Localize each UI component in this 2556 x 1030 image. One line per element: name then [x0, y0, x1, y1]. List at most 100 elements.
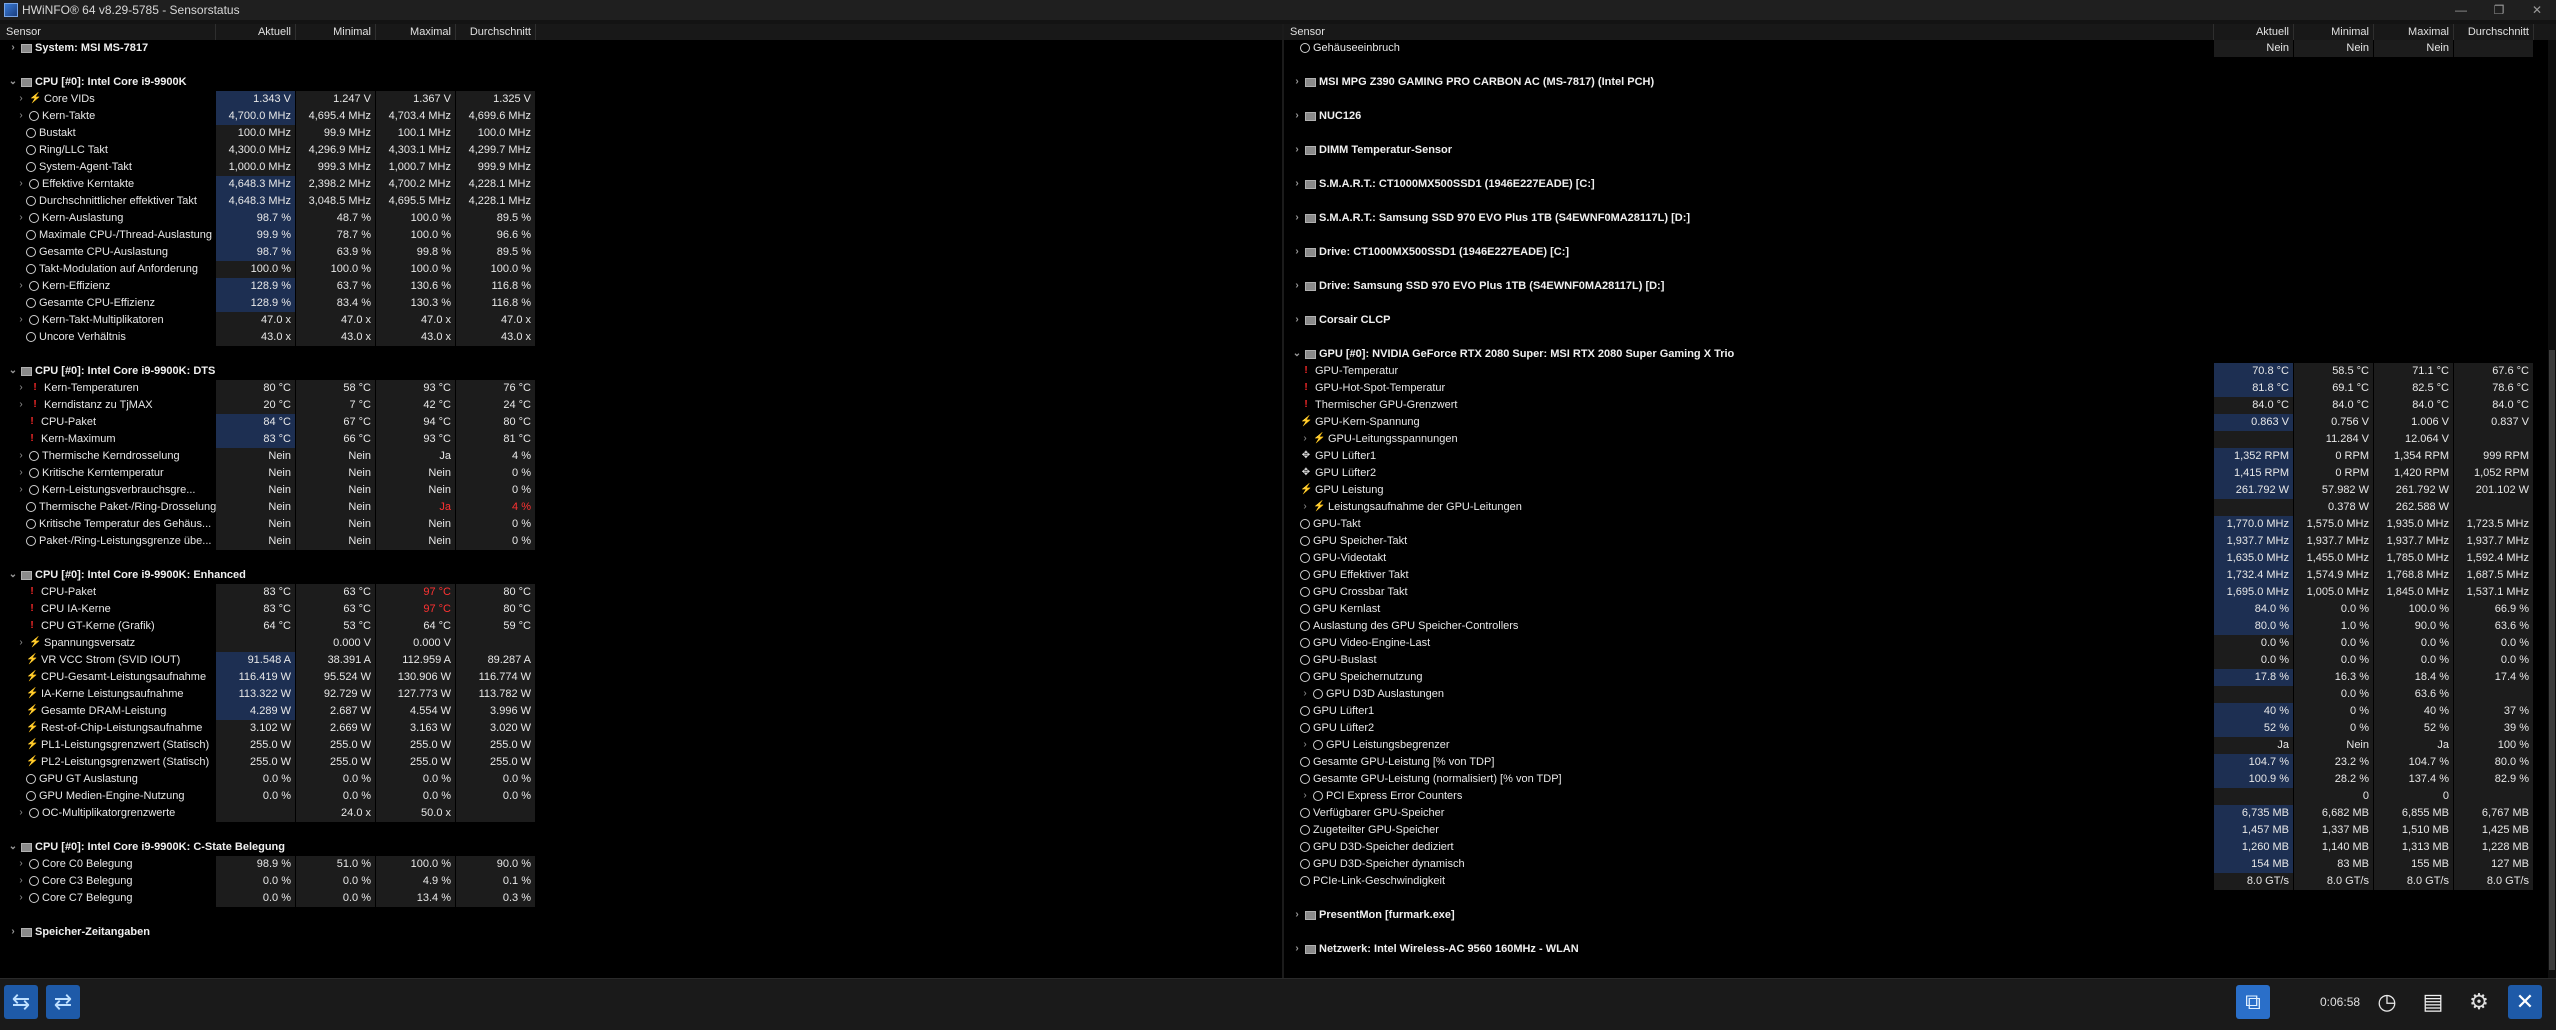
- settings-icon[interactable]: ⚙: [2462, 985, 2496, 1019]
- expand-chevron-icon[interactable]: ›: [1292, 178, 1302, 190]
- maximize-button[interactable]: ❐: [2480, 0, 2518, 20]
- sensor-row[interactable]: ! Kern-Maximum 83 °C 66 °C 93 °C 81 °C: [0, 431, 1282, 448]
- expand-chevron-icon[interactable]: ›: [16, 807, 26, 819]
- close-icon[interactable]: ✕: [2508, 985, 2542, 1019]
- expand-chevron-icon[interactable]: ⌄: [8, 365, 18, 377]
- expand-chevron-icon[interactable]: ›: [16, 484, 26, 496]
- sensor-row[interactable]: ✥ GPU Lüfter1 1,352 RPM 0 RPM 1,354 RPM 999 R…: [1284, 448, 2556, 465]
- sensor-row[interactable]: PCIe-Link-Geschwindigkeit 8.0 GT/s 8.0 GT/…: [1284, 873, 2556, 890]
- sensor-row[interactable]: Takt-Modulation auf Anforderung 100.0 % 10…: [0, 261, 1282, 278]
- expand-chevron-icon[interactable]: ›: [1292, 280, 1302, 292]
- sensor-row[interactable]: ⚡ Rest-of-Chip-Leistungsaufnahme 3.102 W 2.…: [0, 720, 1282, 737]
- column-header-max[interactable]: Maximal: [2374, 24, 2454, 40]
- sensor-row[interactable]: ! GPU-Temperatur 70.8 °C 58.5 °C 71.1 °C 67.6…: [1284, 363, 2556, 380]
- sensor-group[interactable]: › S.M.A.R.T.: CT1000MX500SSD1 (1946E227EA…: [1284, 176, 2556, 193]
- sensor-group[interactable]: ⌄ CPU [#0]: Intel Core i9-9900K: C-State …: [0, 839, 1282, 856]
- column-header-min[interactable]: Minimal: [296, 24, 376, 40]
- expand-chevron-icon[interactable]: ⌄: [1292, 348, 1302, 360]
- sensor-group[interactable]: › Drive: Samsung SSD 970 EVO Plus 1TB (S4…: [1284, 278, 2556, 295]
- sensor-group[interactable]: › PresentMon [furmark.exe]: [1284, 907, 2556, 924]
- sensor-row[interactable]: GPU Lüfter2 52 % 0 % 52 % 39 %: [1284, 720, 2556, 737]
- expand-chevron-icon[interactable]: ›: [16, 467, 26, 479]
- expand-chevron-icon[interactable]: ⌄: [8, 841, 18, 853]
- sensor-group[interactable]: › Drive: CT1000MX500SSD1 (1946E227EADE) […: [1284, 244, 2556, 261]
- clock-icon[interactable]: ◷: [2370, 985, 2404, 1019]
- sensor-row[interactable]: Verfügbarer GPU-Speicher 6,735 MB 6,682 MB…: [1284, 805, 2556, 822]
- arrows-right-left-icon[interactable]: ⇄: [46, 985, 80, 1019]
- column-header-avg[interactable]: Durchschnitt: [2454, 24, 2534, 40]
- expand-chevron-icon[interactable]: ›: [16, 178, 26, 190]
- sensor-row[interactable]: › ⚡ Leistungsaufnahme der GPU-Leitungen 0.3…: [1284, 499, 2556, 516]
- sensor-row[interactable]: ⚡ Gesamte DRAM-Leistung 4.289 W 2.687 W 4.55…: [0, 703, 1282, 720]
- expand-chevron-icon[interactable]: ›: [16, 875, 26, 887]
- sensor-row[interactable]: Kritische Temperatur des Gehäus... Nein Ne…: [0, 516, 1282, 533]
- sensor-group[interactable]: › Netzwerk: Intel Wireless-AC 9560 160MHz…: [1284, 941, 2556, 958]
- sensor-row[interactable]: ›! Kerndistanz zu TjMAX 20 °C 7 °C 42 °C 24 °…: [0, 397, 1282, 414]
- expand-chevron-icon[interactable]: ›: [1300, 739, 1310, 751]
- expand-chevron-icon[interactable]: ›: [8, 42, 18, 54]
- expand-chevron-icon[interactable]: ›: [1300, 790, 1310, 802]
- expand-chevron-icon[interactable]: ›: [1292, 909, 1302, 921]
- vertical-scrollbar[interactable]: [2548, 40, 2556, 978]
- sensor-row[interactable]: › OC-Multiplikatorgrenzwerte 24.0 x 50.0 x: [0, 805, 1282, 822]
- expand-chevron-icon[interactable]: ›: [16, 892, 26, 904]
- network-icon[interactable]: ⧉: [2236, 985, 2270, 1019]
- sensor-row[interactable]: ! Thermischer GPU-Grenzwert 84.0 °C 84.0 °C…: [1284, 397, 2556, 414]
- sensor-row[interactable]: Paket-/Ring-Leistungsgrenze übe... Nein Ne…: [0, 533, 1282, 550]
- expand-chevron-icon[interactable]: ›: [1292, 212, 1302, 224]
- sensor-row[interactable]: › GPU Leistungsbegrenzer Ja Nein Ja 100 %: [1284, 737, 2556, 754]
- sensor-row[interactable]: ! CPU IA-Kerne 83 °C 63 °C 97 °C 80 °C: [0, 601, 1282, 618]
- expand-chevron-icon[interactable]: ⌄: [8, 569, 18, 581]
- sensor-row[interactable]: Gesamte CPU-Effizienz 128.9 % 83.4 % 130.3 …: [0, 295, 1282, 312]
- expand-chevron-icon[interactable]: ›: [1300, 501, 1310, 513]
- expand-chevron-icon[interactable]: ›: [16, 399, 26, 411]
- sensor-row[interactable]: ! CPU-Paket 84 °C 67 °C 94 °C 80 °C: [0, 414, 1282, 431]
- sensor-row[interactable]: GPU Video-Engine-Last 0.0 % 0.0 % 0.0 % 0.0 …: [1284, 635, 2556, 652]
- sensor-row[interactable]: GPU Speicher-Takt 1,937.7 MHz 1,937.7 MHz 1…: [1284, 533, 2556, 550]
- sensor-row[interactable]: ⚡ IA-Kerne Leistungsaufnahme 113.322 W 92.7…: [0, 686, 1282, 703]
- sensor-row[interactable]: Zugeteilter GPU-Speicher 1,457 MB 1,337 MB…: [1284, 822, 2556, 839]
- expand-chevron-icon[interactable]: ›: [16, 212, 26, 224]
- sensor-row[interactable]: GPU Effektiver Takt 1,732.4 MHz 1,574.9 MH…: [1284, 567, 2556, 584]
- close-window-button[interactable]: ✕: [2518, 0, 2556, 20]
- sensor-row[interactable]: GPU Lüfter1 40 % 0 % 40 % 37 %: [1284, 703, 2556, 720]
- sensor-row[interactable]: Gesamte CPU-Auslastung 98.7 % 63.9 % 99.8 %…: [0, 244, 1282, 261]
- sensor-row[interactable]: › ⚡ Core VIDs 1.343 V 1.247 V 1.367 V 1.325 V: [0, 91, 1282, 108]
- sensor-row[interactable]: › Core C0 Belegung 98.9 % 51.0 % 100.0 % 90.0…: [0, 856, 1282, 873]
- sensor-row[interactable]: › GPU D3D Auslastungen 0.0 % 63.6 %: [1284, 686, 2556, 703]
- sensor-row[interactable]: › Thermische Kerndrosselung Nein Nein Ja 4 %: [0, 448, 1282, 465]
- sensor-row[interactable]: GPU Kernlast 84.0 % 0.0 % 100.0 % 66.9 %: [1284, 601, 2556, 618]
- column-header-sensor[interactable]: Sensor: [0, 24, 216, 40]
- sensor-row[interactable]: › Core C3 Belegung 0.0 % 0.0 % 4.9 % 0.1 %: [0, 873, 1282, 890]
- sensor-row[interactable]: › ⚡ Spannungsversatz 0.000 V 0.000 V: [0, 635, 1282, 652]
- sensor-row[interactable]: ⚡ GPU Leistung 261.792 W 57.982 W 261.792 W2…: [1284, 482, 2556, 499]
- sensor-row[interactable]: Gesamte GPU-Leistung (normalisiert) [% v…: [1284, 771, 2556, 788]
- sensor-row[interactable]: › Effektive Kerntakte 4,648.3 MHz 2,398.2 M…: [0, 176, 1282, 193]
- sensor-group[interactable]: ⌄ CPU [#0]: Intel Core i9-9900K: DTS: [0, 363, 1282, 380]
- column-header-avg[interactable]: Durchschnitt: [456, 24, 536, 40]
- sensor-row[interactable]: Gehäuseeinbruch Nein Nein Nein: [1284, 40, 2556, 57]
- sensor-group[interactable]: › System: MSI MS-7817: [0, 40, 1282, 57]
- scrollbar-thumb[interactable]: [2549, 350, 2555, 970]
- sensor-row[interactable]: Thermische Paket-/Ring-Drosselung Nein Nei…: [0, 499, 1282, 516]
- expand-chevron-icon[interactable]: ›: [16, 93, 26, 105]
- sensor-group[interactable]: ⌄ GPU [#0]: NVIDIA GeForce RTX 2080 Super…: [1284, 346, 2556, 363]
- sensor-row[interactable]: GPU-Takt 1,770.0 MHz 1,575.0 MHz 1,935.0 MH…: [1284, 516, 2556, 533]
- expand-chevron-icon[interactable]: ›: [16, 858, 26, 870]
- sensor-row[interactable]: › PCI Express Error Counters 0 0: [1284, 788, 2556, 805]
- sensor-group[interactable]: › Corsair CLCP: [1284, 312, 2556, 329]
- expand-chevron-icon[interactable]: ›: [1292, 144, 1302, 156]
- expand-chevron-icon[interactable]: ›: [1300, 688, 1310, 700]
- column-header-min[interactable]: Minimal: [2294, 24, 2374, 40]
- expand-chevron-icon[interactable]: ›: [16, 280, 26, 292]
- sensor-row[interactable]: ! CPU GT-Kerne (Grafik) 64 °C 53 °C 64 °C 59 …: [0, 618, 1282, 635]
- sensor-row[interactable]: ⚡ VR VCC Strom (SVID IOUT) 91.548 A 38.391 …: [0, 652, 1282, 669]
- expand-chevron-icon[interactable]: ›: [1292, 246, 1302, 258]
- sensor-row[interactable]: › ⚡ GPU-Leitungsspannungen 11.284 V 12.064 V: [1284, 431, 2556, 448]
- sensor-row[interactable]: Auslastung des GPU Speicher-Controllers 8…: [1284, 618, 2556, 635]
- expand-chevron-icon[interactable]: ›: [8, 926, 18, 938]
- sensor-group[interactable]: › MSI MPG Z390 GAMING PRO CARBON AC (MS-7…: [1284, 74, 2556, 91]
- sensor-group[interactable]: › S.M.A.R.T.: Samsung SSD 970 EVO Plus 1T…: [1284, 210, 2556, 227]
- sensor-row[interactable]: System-Agent-Takt 1,000.0 MHz 999.3 MHz 1,0…: [0, 159, 1282, 176]
- sensor-row[interactable]: › Kern-Takte 4,700.0 MHz 4,695.4 MHz 4,703.4…: [0, 108, 1282, 125]
